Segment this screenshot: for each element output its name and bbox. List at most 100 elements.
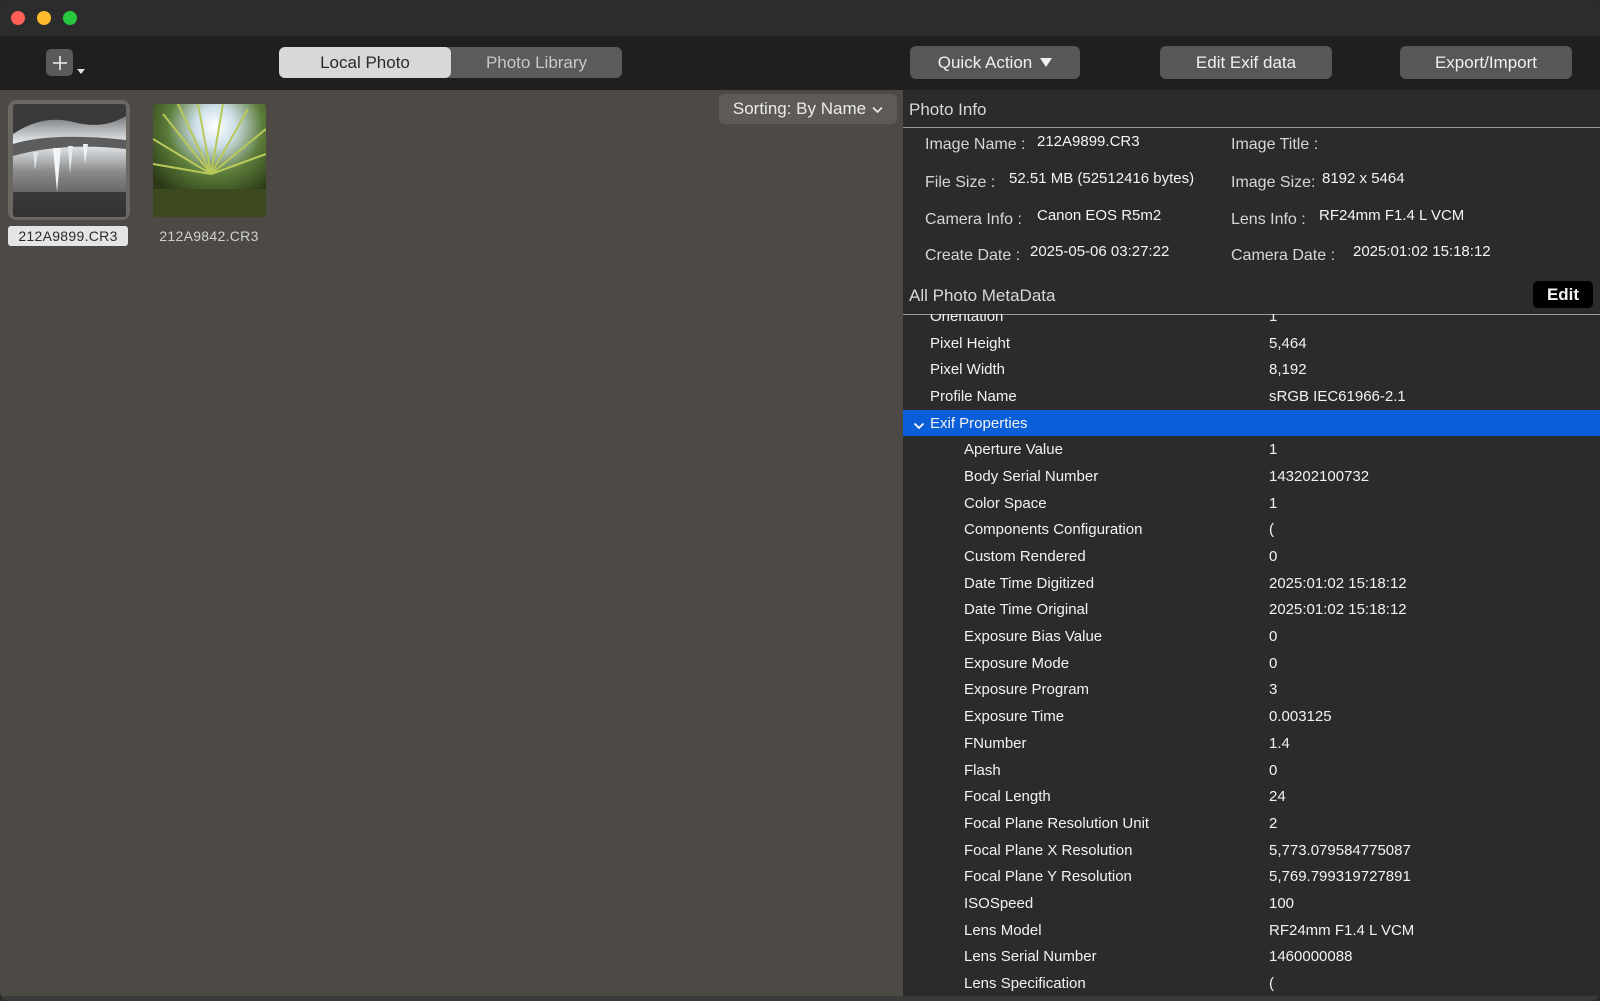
- camera-date-label: Camera Date :: [1231, 247, 1336, 264]
- metadata-row[interactable]: Exposure Program 3: [903, 677, 1600, 704]
- metadata-key: Pixel Height: [930, 334, 1011, 352]
- add-menu-caret-icon[interactable]: [77, 69, 85, 74]
- metadata-row[interactable]: Pixel Width 8,192: [903, 356, 1600, 383]
- metadata-value: 100: [1269, 894, 1295, 912]
- file-size-value: 52.51 MB (52512416 bytes): [1009, 170, 1195, 187]
- image-name-value: 212A9899.CR3: [1037, 133, 1140, 150]
- metadata-row[interactable]: Date Time Original 2025:01:02 15:18:12: [903, 597, 1600, 624]
- image-size-label: Image Size:: [1231, 174, 1316, 191]
- metadata-row[interactable]: Custom Rendered 0: [903, 543, 1600, 570]
- photo-thumbnail[interactable]: 212A9842.CR3: [148, 100, 270, 246]
- minimize-window-button[interactable]: [37, 11, 51, 25]
- metadata-key: Color Space: [964, 494, 1047, 512]
- chevron-down-icon: [872, 99, 883, 119]
- edit-metadata-button[interactable]: Edit: [1533, 281, 1593, 308]
- metadata-key: Orientation: [930, 314, 1004, 325]
- metadata-key: Lens Serial Number: [964, 948, 1097, 966]
- thumbnail-frame: [8, 100, 130, 220]
- metadata-row[interactable]: Exposure Time 0.003125: [903, 703, 1600, 730]
- add-photo-button[interactable]: [46, 49, 73, 76]
- metadata-row[interactable]: Date Time Digitized 2025:01:02 15:18:12: [903, 570, 1600, 597]
- metadata-row[interactable]: Focal Plane Resolution Unit 2: [903, 810, 1600, 837]
- zoom-window-button[interactable]: [63, 11, 77, 25]
- metadata-key: ISOSpeed: [964, 894, 1034, 912]
- metadata-key: Exposure Mode: [964, 654, 1070, 672]
- camera-info-value: Canon EOS R5m2: [1037, 207, 1162, 224]
- metadata-value: 8,192: [1269, 361, 1307, 379]
- image-size-value: 8192 x 5464: [1322, 170, 1405, 187]
- metadata-row[interactable]: Focal Plane X Resolution 5,773.0795847750…: [903, 837, 1600, 864]
- metadata-key: Lens Specification: [964, 975, 1086, 993]
- metadata-value: 1.4: [1269, 734, 1290, 752]
- metadata-value: 2: [1269, 814, 1278, 832]
- metadata-value: 0: [1269, 548, 1278, 566]
- metadata-value: 5,773.079584775087: [1269, 841, 1411, 859]
- metadata-value: 2025:01:02 15:18:12: [1269, 601, 1407, 619]
- metadata-row[interactable]: Components Configuration (: [903, 517, 1600, 544]
- metadata-key: Body Serial Number: [964, 467, 1099, 485]
- metadata-value: 5,464: [1269, 334, 1307, 352]
- metadata-row[interactable]: Aperture Value 1: [903, 436, 1600, 463]
- metadata-row[interactable]: Body Serial Number 143202100732: [903, 463, 1600, 490]
- metadata-key: Lens Model: [964, 921, 1042, 939]
- toolbar: Local Photo Photo Library Quick Action E…: [0, 36, 1600, 90]
- metadata-row[interactable]: Focal Length 24: [903, 783, 1600, 810]
- thumbnail-filename: 212A9842.CR3: [159, 228, 259, 244]
- plus-icon: [52, 55, 67, 70]
- photo-info-heading: Photo Info: [909, 100, 987, 119]
- metadata-row[interactable]: Profile Name sRGB IEC61966-2.1: [903, 383, 1600, 410]
- metadata-value: 3: [1269, 681, 1278, 699]
- export-import-button[interactable]: Export/Import: [1400, 46, 1572, 79]
- image-name-label: Image Name :: [925, 136, 1026, 153]
- metadata-row[interactable]: ISOSpeed 100: [903, 890, 1600, 917]
- lens-info-value: RF24mm F1.4 L VCM: [1319, 207, 1465, 224]
- metadata-outline-view[interactable]: Orientation 1 Pixel Height 5,464 Pixel Width…: [903, 314, 1600, 1001]
- metadata-group-row[interactable]: Exif Properties: [903, 409, 1600, 437]
- metadata-key: Components Configuration: [964, 521, 1143, 539]
- edit-exif-button[interactable]: Edit Exif data: [1160, 46, 1332, 79]
- metadata-key: Profile Name: [930, 387, 1017, 405]
- camera-info-label: Camera Info :: [925, 211, 1022, 228]
- photo-browser: 212A9899.CR3 212A9842.CR3 Sorting: By Na…: [0, 90, 903, 1001]
- metadata-row[interactable]: Pixel Height 5,464: [903, 330, 1600, 357]
- dropdown-triangle-icon: [1040, 58, 1053, 67]
- thumbnail-filename: 212A9899.CR3: [8, 226, 128, 246]
- metadata-row[interactable]: Lens Specification (: [903, 970, 1600, 997]
- disclosure-chevron-down-icon[interactable]: [913, 418, 925, 435]
- thumbnail-frame: [148, 100, 270, 220]
- source-segmented-control: Local Photo Photo Library: [279, 47, 622, 78]
- metadata-value: 5,769.799319727891: [1269, 868, 1411, 886]
- metadata-row[interactable]: Lens Model RF24mm F1.4 L VCM: [903, 917, 1600, 944]
- metadata-key: Exposure Time: [964, 708, 1065, 726]
- metadata-value: 0: [1269, 761, 1278, 779]
- metadata-value: 2025:01:02 15:18:12: [1269, 574, 1407, 592]
- metadata-row[interactable]: Lens Serial Number 1460000088: [903, 944, 1600, 971]
- metadata-row[interactable]: Focal Plane Y Resolution 5,769.7993197278…: [903, 863, 1600, 890]
- tab-photo-library[interactable]: Photo Library: [451, 47, 622, 78]
- thumbnail-image-icicles: [12, 103, 126, 217]
- info-panel: Photo Info Image Name : 212A9899.CR3 Ima…: [903, 90, 1600, 1001]
- metadata-value: 1: [1269, 494, 1278, 512]
- metadata-row[interactable]: FNumber 1.4: [903, 730, 1600, 757]
- metadata-value: 1: [1269, 314, 1278, 325]
- metadata-key: Flash: [964, 761, 1001, 779]
- metadata-row[interactable]: Color Space 1: [903, 490, 1600, 517]
- metadata-value: 24: [1269, 788, 1286, 806]
- tab-local-photo[interactable]: Local Photo: [279, 47, 451, 78]
- create-date-label: Create Date :: [925, 247, 1021, 264]
- metadata-value: 0: [1269, 628, 1278, 646]
- thumbnail-image-palm: [152, 103, 266, 217]
- photo-thumbnail[interactable]: 212A9899.CR3: [8, 100, 130, 246]
- metadata-key: Date Time Original: [964, 601, 1089, 619]
- metadata-value: RF24mm F1.4 L VCM: [1269, 921, 1415, 939]
- metadata-row[interactable]: Exposure Bias Value 0: [903, 623, 1600, 650]
- metadata-value: (: [1269, 975, 1274, 993]
- metadata-row[interactable]: Orientation 1: [903, 314, 1600, 330]
- metadata-row[interactable]: Flash 0: [903, 757, 1600, 784]
- quick-action-button[interactable]: Quick Action: [910, 46, 1080, 79]
- metadata-row[interactable]: Exposure Mode 0: [903, 650, 1600, 677]
- image-title-label: Image Title :: [1231, 136, 1319, 153]
- metadata-key: Focal Plane Resolution Unit: [964, 814, 1150, 832]
- sorting-dropdown[interactable]: Sorting: By Name: [719, 94, 897, 124]
- close-window-button[interactable]: [11, 11, 25, 25]
